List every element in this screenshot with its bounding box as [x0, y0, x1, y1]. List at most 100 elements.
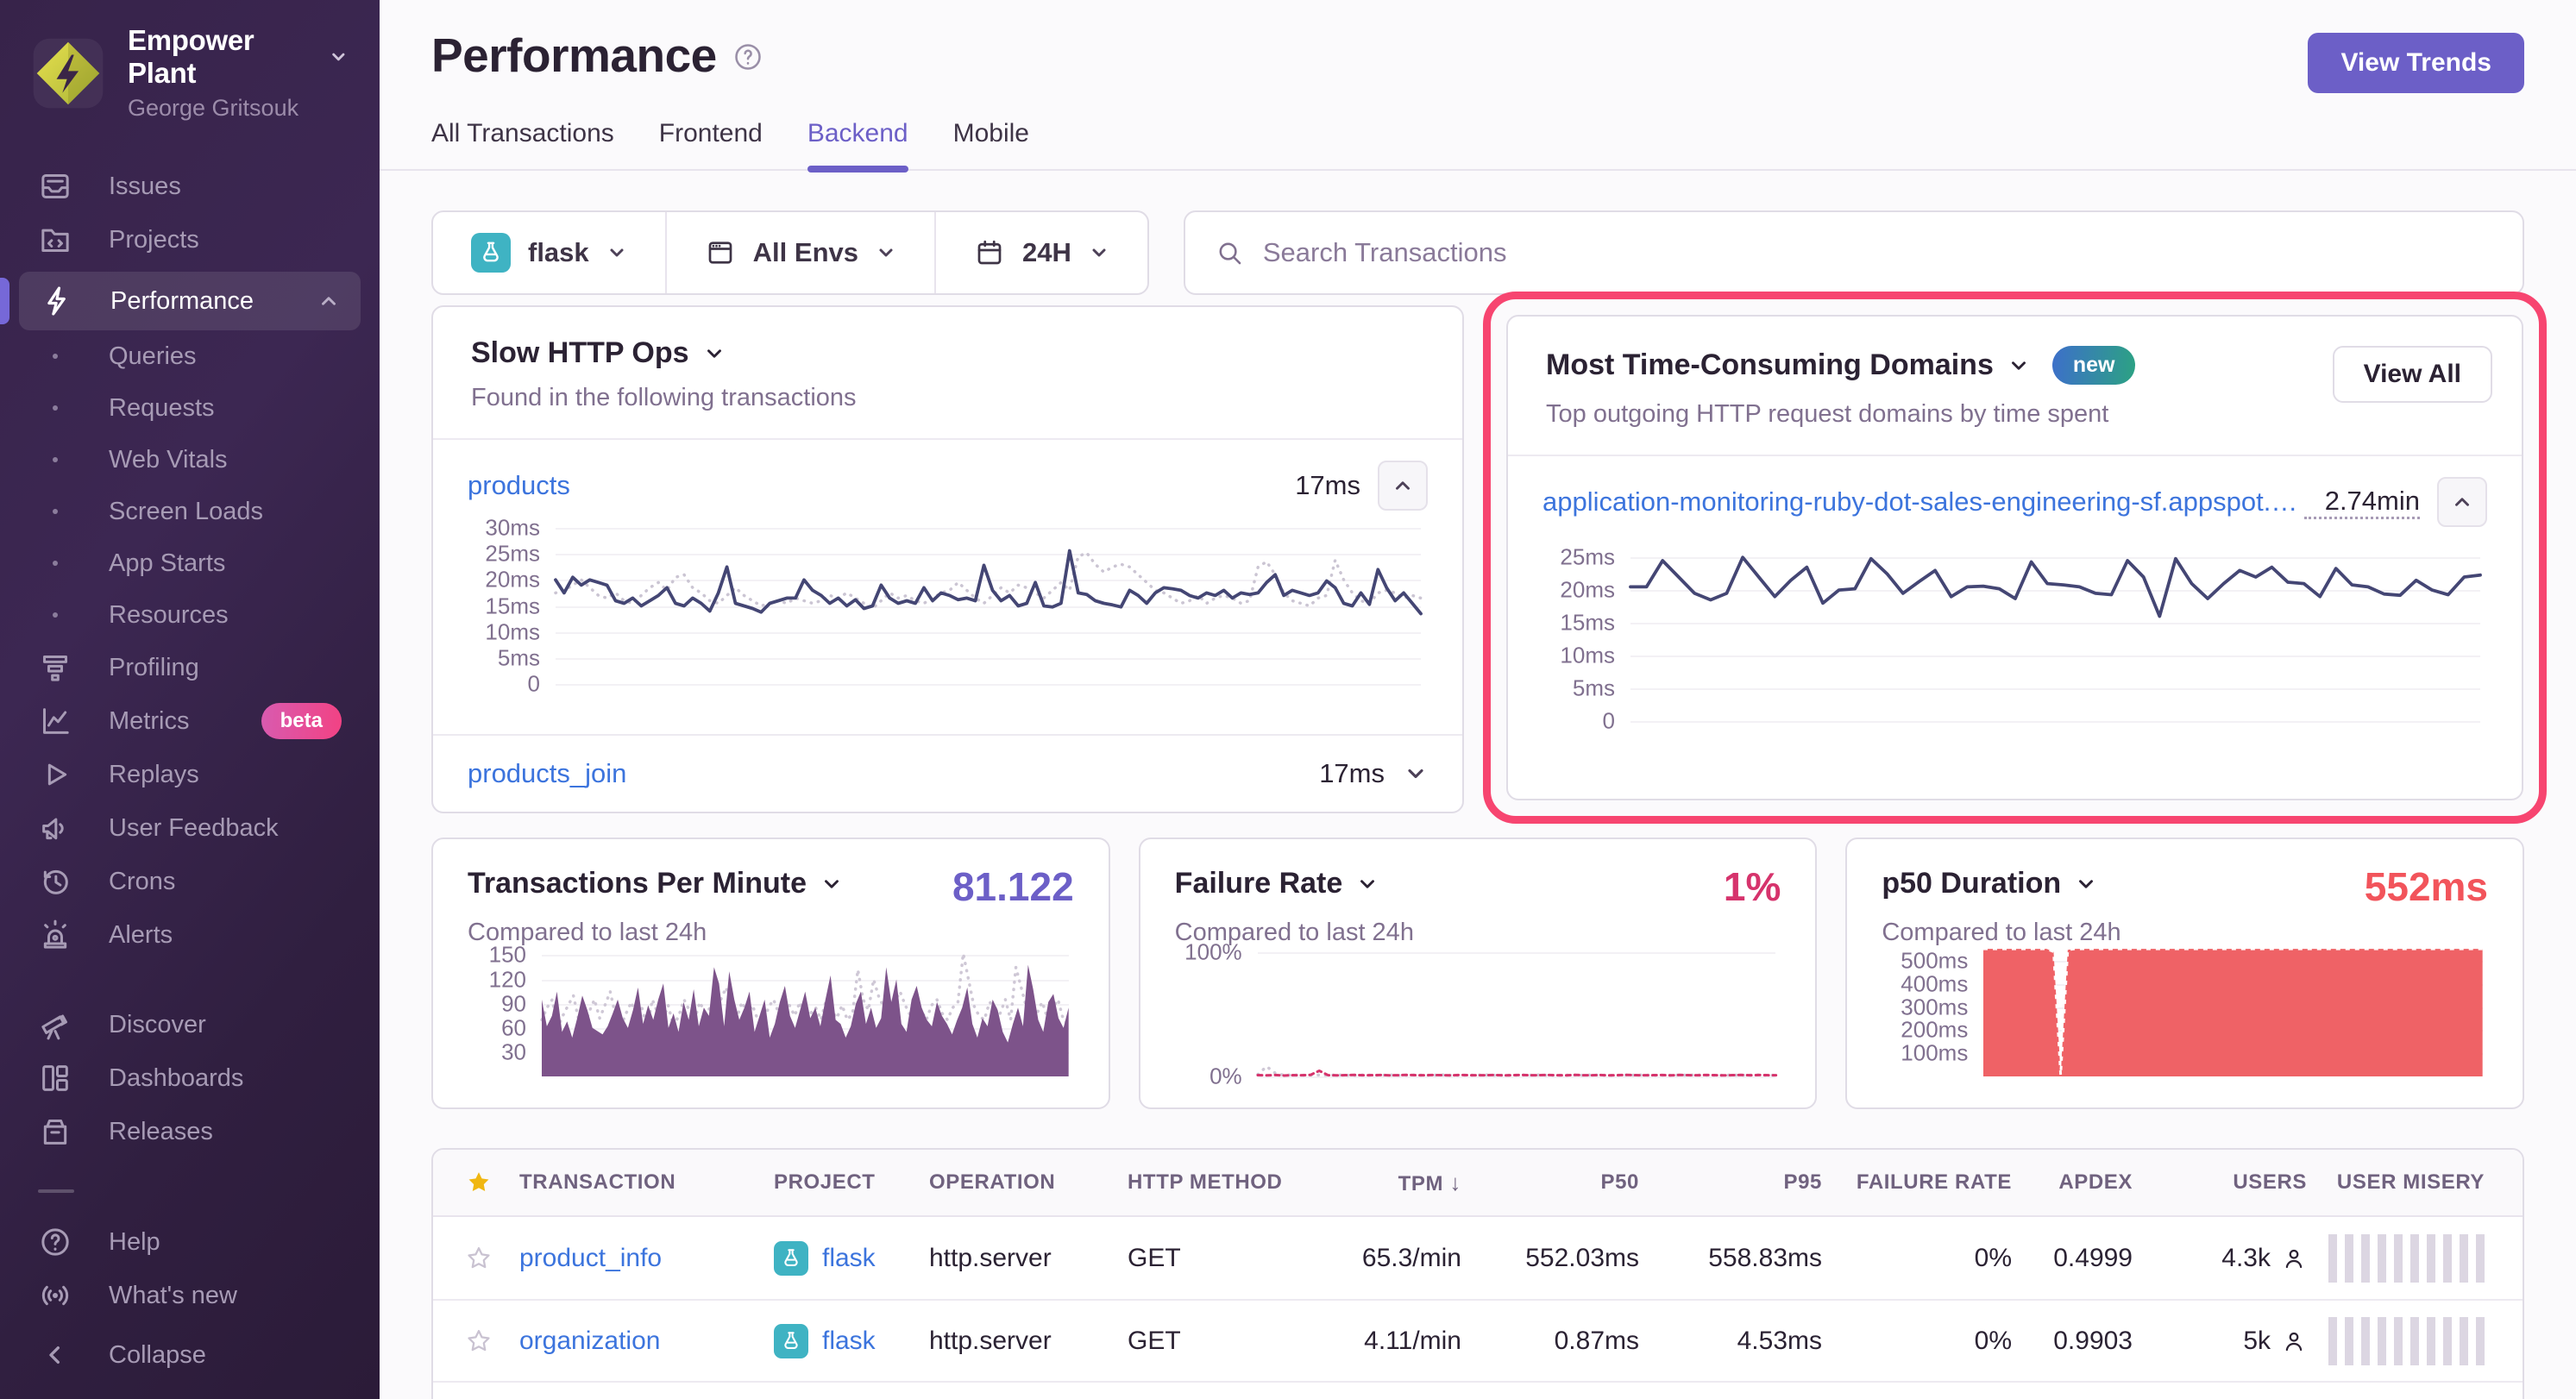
sidebar-item-screen-loads[interactable]: Screen Loads — [0, 486, 380, 537]
project-cell[interactable]: flask — [774, 1241, 929, 1276]
failure-rate-value: 1% — [1706, 867, 1781, 907]
chevron-down-icon[interactable] — [1356, 873, 1379, 895]
user-misery-bars — [2307, 1317, 2523, 1365]
view-trends-button[interactable]: View Trends — [2308, 33, 2524, 93]
card-title: Transactions Per Minute — [468, 867, 807, 900]
sidebar-item-replays[interactable]: Replays — [0, 748, 380, 801]
transactions-per-minute-card: Transactions Per Minute 81.122 Compared … — [431, 838, 1110, 1109]
transaction-link-products[interactable]: products — [468, 470, 570, 501]
col-apdex[interactable]: APDEX — [2012, 1170, 2133, 1195]
page-title: Performance — [431, 28, 717, 83]
col-transaction[interactable]: TRANSACTION — [519, 1170, 774, 1195]
card-title: Failure Rate — [1175, 867, 1343, 900]
user-icon — [2281, 1245, 2307, 1271]
project-filter-dropdown[interactable]: flask — [433, 212, 665, 293]
metrics-icon — [38, 704, 72, 738]
chevron-down-icon[interactable] — [820, 873, 843, 895]
chevron-down-icon — [606, 242, 627, 263]
time-spent-value[interactable]: 2.74min — [2304, 486, 2420, 519]
sidebar-item-help[interactable]: Help — [0, 1215, 380, 1269]
org-switcher[interactable]: Empower Plant George Gritsouk — [0, 24, 380, 122]
operation-cell: http.server — [929, 1327, 1128, 1356]
collapse-row-button[interactable] — [2437, 477, 2487, 527]
lightning-icon — [40, 284, 74, 318]
sidebar-item-projects[interactable]: Projects — [0, 213, 380, 267]
p95-cell: 4.53ms — [1639, 1327, 1822, 1356]
chevron-down-icon — [876, 242, 896, 263]
col-failure-rate[interactable]: FAILURE RATE — [1822, 1170, 2012, 1195]
tpm-value: 81.122 — [935, 867, 1074, 907]
col-users[interactable]: USERS — [2133, 1170, 2307, 1195]
col-operation[interactable]: OPERATION — [929, 1170, 1128, 1195]
sidebar-item-requests[interactable]: Requests — [0, 382, 380, 434]
sidebar-collapse-button[interactable]: Collapse — [0, 1328, 380, 1382]
projects-icon — [38, 223, 72, 257]
col-http-method[interactable]: HTTP METHOD — [1128, 1170, 1296, 1195]
sidebar-item-app-starts[interactable]: App Starts — [0, 537, 380, 589]
col-project[interactable]: PROJECT — [774, 1170, 929, 1195]
sidebar-item-crons[interactable]: Crons — [0, 855, 380, 908]
search-input[interactable] — [1263, 237, 2493, 268]
domain-link[interactable]: application-monitoring-ruby-dot-sales-en… — [1542, 486, 2304, 518]
col-p50[interactable]: P50 — [1461, 1170, 1639, 1195]
col-user-misery[interactable]: USER MISERY — [2307, 1170, 2523, 1195]
tab-backend[interactable]: Backend — [807, 119, 908, 169]
tab-mobile[interactable]: Mobile — [953, 119, 1029, 169]
chevron-up-icon — [2451, 491, 2473, 513]
p50-duration-chart: 500ms400ms300ms200ms100ms — [1882, 947, 2488, 1076]
col-tpm-sorted[interactable]: TPM ↓ — [1296, 1170, 1461, 1196]
page-filter-group: flask All Envs 24H — [431, 210, 1149, 295]
card-subtitle: Top outgoing HTTP request domains by tim… — [1546, 400, 2135, 429]
collapse-row-button[interactable] — [1378, 461, 1428, 511]
starred-column-icon[interactable] — [464, 1168, 493, 1197]
expand-row-chevron-down-icon[interactable] — [1404, 762, 1428, 786]
failure-rate-card: Failure Rate 1% Compared to last 24h 100… — [1139, 838, 1818, 1109]
sidebar-item-alerts[interactable]: Alerts — [0, 908, 380, 962]
chevron-down-icon[interactable] — [703, 342, 726, 365]
sidebar-item-whats-new[interactable]: What's new — [0, 1269, 380, 1322]
sidebar-item-metrics[interactable]: Metrics beta — [0, 694, 380, 748]
chevron-down-icon[interactable] — [2075, 873, 2097, 895]
sidebar-item-profiling[interactable]: Profiling — [0, 641, 380, 694]
org-user: George Gritsouk — [128, 95, 349, 122]
sidebar-item-resources[interactable]: Resources — [0, 589, 380, 641]
bullet-icon — [53, 561, 58, 566]
sidebar-item-releases[interactable]: Releases — [0, 1105, 380, 1158]
sidebar-item-user-feedback[interactable]: User Feedback — [0, 801, 380, 855]
star-toggle-icon[interactable] — [464, 1244, 493, 1273]
star-toggle-icon[interactable] — [464, 1327, 493, 1356]
new-badge: new — [2052, 346, 2136, 385]
sidebar-item-performance[interactable]: Performance — [19, 272, 361, 330]
card-title: p50 Duration — [1882, 867, 2061, 900]
apdex-cell: 0.9903 — [2012, 1327, 2133, 1356]
sidebar-item-issues[interactable]: Issues — [0, 160, 380, 213]
sidebar-item-discover[interactable]: Discover — [0, 998, 380, 1051]
card-title: Slow HTTP Ops — [471, 336, 689, 370]
environment-filter-dropdown[interactable]: All Envs — [665, 212, 934, 293]
http-method-cell: GET — [1128, 1327, 1296, 1356]
annotation-highlight: Most Time-Consuming Domains new Top outg… — [1483, 292, 2547, 824]
page-help-icon[interactable] — [732, 41, 763, 72]
siren-icon — [38, 918, 72, 952]
transaction-link[interactable]: organization — [519, 1327, 660, 1355]
tab-frontend[interactable]: Frontend — [659, 119, 763, 169]
transaction-link[interactable]: product_info — [519, 1244, 662, 1272]
org-logo-icon — [31, 36, 105, 110]
search-bar — [1184, 210, 2524, 295]
chevron-down-icon[interactable] — [2007, 354, 2030, 377]
chevron-up-icon — [317, 290, 340, 312]
sidebar-item-web-vitals[interactable]: Web Vitals — [0, 434, 380, 486]
tab-all-transactions[interactable]: All Transactions — [431, 119, 614, 169]
table-row-partial — [433, 1381, 2523, 1399]
date-range-filter-dropdown[interactable]: 24H — [934, 212, 1147, 293]
project-filter-value: flask — [528, 237, 589, 268]
operation-cell: http.server — [929, 1244, 1128, 1273]
col-p95[interactable]: P95 — [1639, 1170, 1822, 1195]
sidebar-item-dashboards[interactable]: Dashboards — [0, 1051, 380, 1105]
view-all-button[interactable]: View All — [2333, 346, 2492, 403]
flask-project-icon — [774, 1241, 808, 1276]
calendar-icon — [974, 237, 1005, 268]
project-cell[interactable]: flask — [774, 1324, 929, 1358]
transaction-link-products-join[interactable]: products_join — [468, 758, 626, 789]
sidebar-item-queries[interactable]: Queries — [0, 330, 380, 382]
